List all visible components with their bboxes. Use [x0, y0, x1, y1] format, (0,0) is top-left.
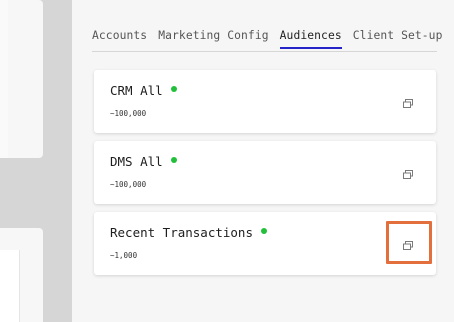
audience-name: DMS All [110, 154, 163, 169]
status-dot [261, 227, 267, 234]
audiences-panel: Accounts Marketing Config Audiences Clie… [72, 0, 454, 322]
audience-count: ~100,000 [110, 180, 147, 189]
audience-count: ~1,000 [110, 251, 138, 260]
copy-icon[interactable] [402, 95, 414, 108]
audience-name: Recent Transactions [110, 225, 253, 240]
tab-audiences[interactable]: Audiences [279, 28, 342, 49]
audience-count: ~100,000 [110, 109, 147, 118]
audience-card-crm-all[interactable]: CRM All ~100,000 [94, 70, 436, 133]
tab-client-set-up[interactable]: Client Set-up [353, 28, 443, 48]
background-card-top-edge [0, 0, 8, 158]
background-card-bottom-inner [0, 250, 20, 322]
audience-name: CRM All [110, 83, 163, 98]
tab-accounts[interactable]: Accounts [92, 28, 147, 48]
audience-title: DMS All [110, 154, 177, 169]
tab-bar: Accounts Marketing Config Audiences Clie… [92, 28, 442, 52]
highlight-box [386, 221, 432, 264]
audience-title: Recent Transactions [110, 225, 267, 240]
screen: Accounts Marketing Config Audiences Clie… [0, 0, 454, 322]
status-dot [170, 156, 177, 163]
status-dot [170, 85, 177, 92]
audience-card-dms-all[interactable]: DMS All ~100,000 [94, 141, 436, 204]
copy-icon[interactable] [402, 166, 414, 179]
audience-title: CRM All [110, 83, 177, 98]
panel-gap [43, 0, 72, 322]
tab-marketing-config[interactable]: Marketing Config [158, 28, 268, 48]
audience-card-recent-transactions[interactable]: Recent Transactions ~1,000 [94, 212, 436, 275]
